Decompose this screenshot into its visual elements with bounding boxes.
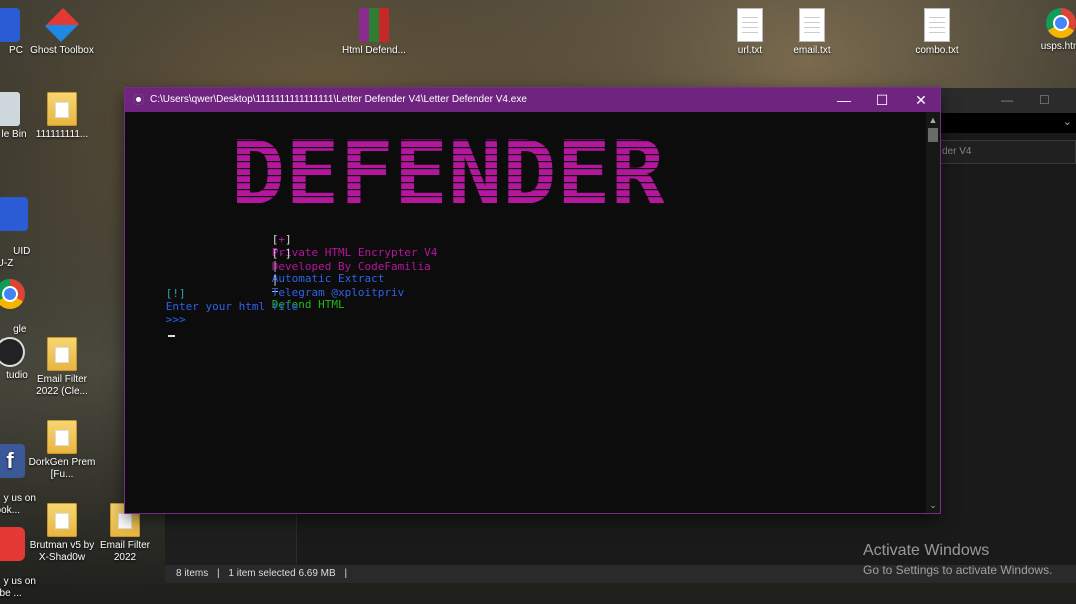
scrollbar-thumb[interactable] xyxy=(928,128,938,142)
banner-scanline xyxy=(231,161,671,163)
chevron-down-icon[interactable]: ⌄ xyxy=(1063,115,1072,128)
banner-scanline xyxy=(231,168,671,170)
text-cursor xyxy=(167,335,175,337)
prompt-text: Enter your html file xyxy=(165,300,299,313)
youtube-icon xyxy=(0,527,25,561)
desktop-icon-label: Ghost Toolbox xyxy=(30,45,94,56)
desktop-icon-label: le Bin xyxy=(1,129,27,140)
facebook-icon: f xyxy=(0,444,25,478)
maximize-button[interactable]: ☐ xyxy=(863,88,901,112)
activate-windows-watermark: Activate Windows Go to Settings to activ… xyxy=(863,542,1052,577)
desktop-icon-label: tudio xyxy=(6,370,28,381)
banner-scanline xyxy=(231,196,671,198)
input-prompt[interactable]: [!] Enter your html file >>> xyxy=(126,274,298,352)
watermark-title: Activate Windows xyxy=(863,542,990,559)
desktop-icon-label: combo.txt xyxy=(915,45,959,56)
desktop-icon-label: Brutman v5 by X-Shad0w xyxy=(29,540,95,563)
desktop-icon-usps-htm[interactable]: usps.htm xyxy=(1026,8,1076,53)
status-selection: 1 item selected 6.69 MB xyxy=(228,568,336,579)
folder-icon xyxy=(47,420,77,454)
desktop-icon-combo-txt[interactable]: combo.txt xyxy=(902,8,972,57)
desktop-icon-label: email.txt xyxy=(793,45,831,56)
explorer-maximize-button[interactable]: ☐ xyxy=(1039,93,1050,107)
text-file-icon xyxy=(799,8,825,42)
desktop-icon-ghost-toolbox[interactable]: Ghost Toolbox xyxy=(27,8,97,57)
banner-scanline xyxy=(231,210,671,211)
banner-scanline xyxy=(231,154,671,156)
banner-scanline xyxy=(231,182,671,184)
banner-scanline xyxy=(231,147,671,149)
desktop-icon-label: DorkGen Prem [Fu... xyxy=(28,457,96,480)
desktop-icon-email-filter-cle[interactable]: Email Filter 2022 (Cle... xyxy=(27,337,97,398)
scroll-down-icon[interactable]: ⌄ xyxy=(926,499,940,511)
folder-icon xyxy=(47,337,77,371)
explorer-address-bar[interactable]: der V4 xyxy=(935,140,1076,164)
recycle-bin-icon xyxy=(0,92,20,126)
close-button[interactable]: ✕ xyxy=(902,88,940,112)
ghost-toolbox-icon xyxy=(45,8,79,42)
desktop-icon-label: 111111111... xyxy=(35,129,89,140)
desktop-icon-label: url.txt xyxy=(737,45,763,56)
prompt-tag: [!] xyxy=(165,287,186,300)
text-file-icon xyxy=(737,8,763,42)
chrome-icon xyxy=(1046,8,1076,38)
console-window[interactable]: C:\Users\qwer\Desktop\1111111111111111\L… xyxy=(125,88,940,513)
app-icon xyxy=(0,197,28,231)
app-icon xyxy=(133,94,144,105)
folder-icon xyxy=(47,503,77,537)
banner-scanline xyxy=(231,203,671,205)
desktop-icon-label: Email Filter 2022 xyxy=(99,540,150,563)
console-title-bar[interactable]: C:\Users\qwer\Desktop\1111111111111111\L… xyxy=(125,88,940,112)
obs-icon xyxy=(0,337,25,367)
desktop-icon-brutman[interactable]: Brutman v5 by X-Shad0w xyxy=(27,503,97,564)
banner-scanline xyxy=(231,140,671,142)
watermark-subtitle: Go to Settings to activate Windows. xyxy=(863,563,1053,577)
desktop-icon-label: y us on Tube ... xyxy=(0,576,36,599)
desktop-icon-google-chrome[interactable]: gle ome xyxy=(0,255,40,348)
desktop-icon-dorkgen[interactable]: DorkGen Prem [Fu... xyxy=(27,420,97,481)
status-item-count: 8 items xyxy=(176,568,209,579)
minimize-button[interactable]: — xyxy=(825,88,863,112)
console-output[interactable]: DEFENDER [+] Private HTML Encrypter V4 |… xyxy=(125,112,926,513)
scroll-up-icon[interactable]: ▲ xyxy=(926,114,940,126)
computer-icon xyxy=(0,8,20,42)
desktop-icon-label: usps.htm xyxy=(1040,41,1076,52)
desktop-icon-label: Html Defend... xyxy=(342,45,406,56)
banner-scanline xyxy=(231,175,671,177)
defender-banner: DEFENDER xyxy=(231,136,671,211)
desktop-icon-html-defend[interactable]: Html Defend... xyxy=(339,8,409,57)
desktop-icon-url-txt[interactable]: url.txt xyxy=(715,8,785,57)
banner-scanline xyxy=(231,189,671,191)
console-scrollbar[interactable]: ▲ ⌄ xyxy=(926,112,940,513)
prompt-arrows: >>> xyxy=(165,313,186,326)
desktop-icon-label: PC xyxy=(9,45,23,56)
desktop-icon-email-txt[interactable]: email.txt xyxy=(777,8,847,57)
desktop-icon-folder-1111[interactable]: 111111111... xyxy=(27,92,97,141)
explorer-minimize-button[interactable]: — xyxy=(1001,93,1013,107)
text-file-icon xyxy=(924,8,950,42)
console-title: C:\Users\qwer\Desktop\1111111111111111\L… xyxy=(150,94,527,105)
folder-icon xyxy=(47,92,77,126)
desktop-icon-label: Email Filter 2022 (Cle... xyxy=(36,374,88,397)
chrome-icon xyxy=(0,279,25,309)
winrar-archive-icon xyxy=(359,8,389,42)
